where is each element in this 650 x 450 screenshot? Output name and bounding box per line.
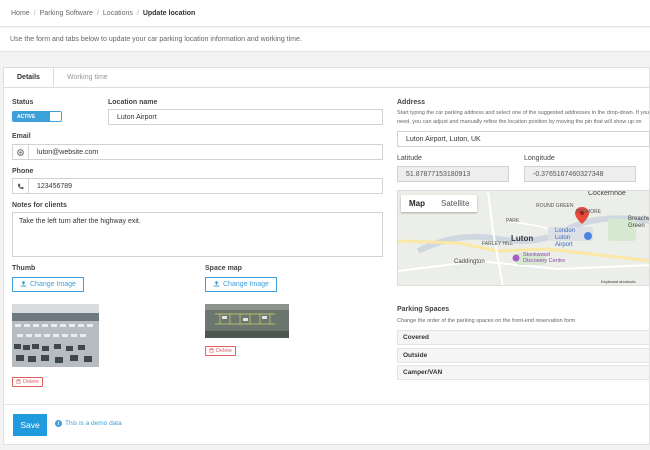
thumb-change-image-button[interactable]: Change Image <box>12 277 84 292</box>
save-button[interactable]: Save <box>13 414 47 436</box>
phone-label: Phone <box>12 168 34 175</box>
map-keyboard-shortcuts[interactable]: Keyboard shortcuts <box>601 279 635 284</box>
footer-divider <box>3 404 650 405</box>
status-label: Status <box>12 99 34 106</box>
notes-textarea[interactable]: Take the left turn after the highway exi… <box>12 212 383 257</box>
breadcrumb-parking-software[interactable]: Parking Software <box>40 10 93 17</box>
longitude-label: Longitude <box>524 155 555 162</box>
map-label-farley-hill: FARLEY HILL <box>482 241 514 247</box>
email-input[interactable]: luton@website.com <box>28 144 383 160</box>
parking-space-item[interactable]: Camper/VAN <box>397 365 650 380</box>
location-map[interactable]: Map Satellite Cockernhoe Breachwood Gree… <box>397 190 650 286</box>
notes-label: Notes for clients <box>12 202 67 209</box>
space-map-label: Space map <box>205 265 242 272</box>
space-map-change-image-label: Change Image <box>223 281 269 288</box>
breadcrumb-home[interactable]: Home <box>11 10 30 17</box>
upload-icon <box>20 280 27 289</box>
space-map-change-image-button[interactable]: Change Image <box>205 277 277 292</box>
breadcrumb: Home / Parking Software / Locations / Up… <box>0 0 650 27</box>
phone-icon <box>12 178 29 194</box>
map-label-park: PARK <box>506 218 520 224</box>
upload-icon <box>213 280 220 289</box>
trash-icon <box>16 379 21 386</box>
breadcrumb-separator: / <box>33 9 36 17</box>
parking-space-item[interactable]: Covered <box>397 330 650 345</box>
status-toggle[interactable]: ACTIVE <box>12 111 62 122</box>
map-label-stockwood-discovery-centre: Stockwood Discovery Centre <box>523 252 566 265</box>
tab-details[interactable]: Details <box>3 67 54 87</box>
breadcrumb-locations[interactable]: Locations <box>103 10 133 17</box>
breadcrumb-current: Update location <box>142 9 196 17</box>
map-type-satellite-button[interactable]: Satellite <box>433 195 477 212</box>
thumb-label: Thumb <box>12 265 36 272</box>
tab-working-time[interactable]: Working time <box>54 67 121 87</box>
thumb-delete-button[interactable]: Delete <box>12 377 43 387</box>
breadcrumb-separator: / <box>136 9 139 17</box>
space-map-image <box>205 304 289 338</box>
parking-spaces-label: Parking Spaces <box>397 306 450 313</box>
tab-bar: Details Working time <box>3 67 121 87</box>
demo-data-notice: i This is a demo data <box>55 420 122 427</box>
demo-data-label: This is a demo data <box>65 420 122 427</box>
space-map-delete-label: Delete <box>216 348 232 354</box>
map-type-map-button[interactable]: Map <box>401 195 433 212</box>
status-toggle-knob <box>50 112 61 121</box>
parking-spaces-hint: Change the order of the parking spaces o… <box>397 318 576 324</box>
phone-input[interactable]: 123456789 <box>28 178 383 194</box>
trash-icon <box>209 348 214 355</box>
map-label-wigmore: WIGMORE <box>576 209 601 215</box>
breadcrumb-separator: / <box>96 9 99 17</box>
longitude-input[interactable]: -0.3765167460327348 <box>524 166 636 182</box>
latitude-label: Latitude <box>397 155 422 162</box>
address-hint: Start typing the car parking address and… <box>397 110 650 125</box>
parking-space-item[interactable]: Outside <box>397 348 650 363</box>
tab-divider <box>3 87 650 88</box>
map-label-cockernhoe: Cockernhoe <box>588 190 626 197</box>
thumb-image <box>12 304 99 367</box>
map-label-breachwood-green: Breachwood Green <box>628 216 649 230</box>
map-label-london-luton-airport: London Luton Airport <box>555 228 576 248</box>
page-intro: Use the form and tabs below to update yo… <box>0 28 650 52</box>
latitude-input[interactable]: 51.87877153180913 <box>397 166 509 182</box>
space-map-delete-button[interactable]: Delete <box>205 346 236 356</box>
thumb-delete-label: Delete <box>23 379 39 385</box>
at-icon <box>12 144 29 160</box>
address-input[interactable]: Luton Airport, Luton, UK <box>397 131 650 147</box>
map-label-round-green: ROUND GREEN <box>536 203 574 209</box>
address-label: Address <box>397 99 426 106</box>
map-label-luton: Luton <box>511 234 534 243</box>
info-icon: i <box>55 420 62 427</box>
map-label-caddington: Caddington <box>454 259 485 265</box>
email-label: Email <box>12 133 31 140</box>
location-name-input[interactable]: Luton Airport <box>108 109 383 125</box>
thumb-change-image-label: Change Image <box>30 281 76 288</box>
status-toggle-text: ACTIVE <box>17 113 36 120</box>
map-type-switch: Map Satellite <box>401 195 478 212</box>
location-name-label: Location name <box>108 99 158 106</box>
